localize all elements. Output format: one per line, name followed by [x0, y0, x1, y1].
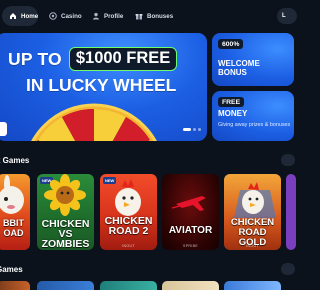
game-card[interactable]	[0, 281, 30, 290]
nav-bonuses-label: Bonuses	[147, 12, 174, 20]
game-card[interactable]	[37, 281, 94, 290]
nav-home-button[interactable]: Home	[2, 6, 38, 26]
promo-tag: 600%	[218, 39, 244, 49]
carousel-dot[interactable]	[183, 128, 191, 131]
nav-home-label: Home	[21, 12, 39, 20]
game-card[interactable]	[224, 281, 281, 290]
game-card[interactable]: CHICKEN ROAD GOLD INOUT	[224, 174, 281, 250]
chicken-art	[115, 179, 141, 216]
game-title: BBIT OAD	[0, 218, 30, 238]
promo-title: WELCOME BONUS	[218, 59, 260, 77]
banner-subline: IN LUCKY WHEEL	[26, 75, 177, 95]
promo-tag: FREE	[218, 97, 245, 107]
casino-icon	[49, 12, 57, 20]
game-card[interactable]: AVIATOR SPRIBE	[162, 174, 219, 250]
carousel-dot[interactable]	[198, 128, 201, 131]
profile-icon	[92, 12, 100, 20]
game-card[interactable]: NEW CHICKEN VS ZOMBIES INOUT	[37, 174, 94, 250]
game-card[interactable]: NEW CHICKEN ROAD 2 INOUT	[100, 174, 157, 250]
section-title-games: Games	[0, 265, 23, 274]
game-provider: INOUT	[246, 244, 259, 248]
banner-prefix: UP TO	[8, 48, 62, 69]
game-card[interactable]: BBIT OAD	[0, 174, 30, 250]
promo-title-line: WELCOME	[218, 59, 260, 68]
nav-login-button[interactable]: L	[277, 8, 297, 24]
carousel-dots	[183, 128, 201, 131]
top-nav: Home Casino Profile Bonuses L	[0, 0, 297, 32]
section-nav-arrow[interactable]	[281, 263, 295, 275]
section-title-quick-games: k Games	[0, 156, 30, 165]
home-icon	[9, 12, 17, 20]
carousel-dot[interactable]	[193, 128, 196, 131]
game-provider: SPRIBE	[183, 244, 198, 248]
welcome-bonus-card[interactable]: 600% WELCOME BONUS	[212, 33, 294, 86]
game-title-line: BBIT	[3, 218, 24, 228]
game-title-line: AVIATOR	[168, 225, 213, 236]
game-title: AVIATOR	[162, 226, 219, 236]
plane-icon	[171, 196, 206, 211]
game-title-line: ROAD 2	[108, 225, 149, 237]
game-card[interactable]	[162, 281, 219, 290]
banner-headline: UP TO $1000 FREE	[8, 47, 178, 71]
rabbit-art	[0, 175, 24, 214]
free-money-card[interactable]: FREE MONEY Giving away prizes & bonuses	[212, 91, 294, 141]
lucky-wheel-graphic	[31, 103, 157, 141]
nav-casino-button[interactable]: Casino	[42, 6, 82, 26]
promo-title-line: BONUS	[218, 68, 247, 77]
nav-profile-label: Profile	[104, 12, 124, 20]
lucky-wheel-banner[interactable]: UP TO $1000 FREE IN LUCKY WHEEL	[0, 33, 207, 141]
promo-subtitle: Giving away prizes & bonuses	[218, 122, 291, 128]
game-provider: INOUT	[59, 244, 72, 248]
section-nav-arrow[interactable]	[281, 154, 295, 166]
promo-title: MONEY	[218, 109, 248, 118]
nav-bonuses-button[interactable]: Bonuses	[128, 6, 174, 26]
game-card[interactable]	[286, 174, 296, 250]
nav-login-label: L	[282, 13, 286, 19]
nav-profile-button[interactable]: Profile	[85, 6, 125, 26]
banner-cta-button[interactable]	[0, 122, 7, 136]
nav-casino-label: Casino	[61, 12, 82, 20]
game-title-line: OAD	[3, 228, 24, 238]
banner-amount: $1000 FREE	[68, 47, 178, 71]
game-card[interactable]	[100, 281, 157, 290]
game-title: CHICKEN ROAD 2	[100, 216, 157, 237]
game-provider: INOUT	[122, 244, 135, 248]
gift-icon	[135, 12, 143, 20]
